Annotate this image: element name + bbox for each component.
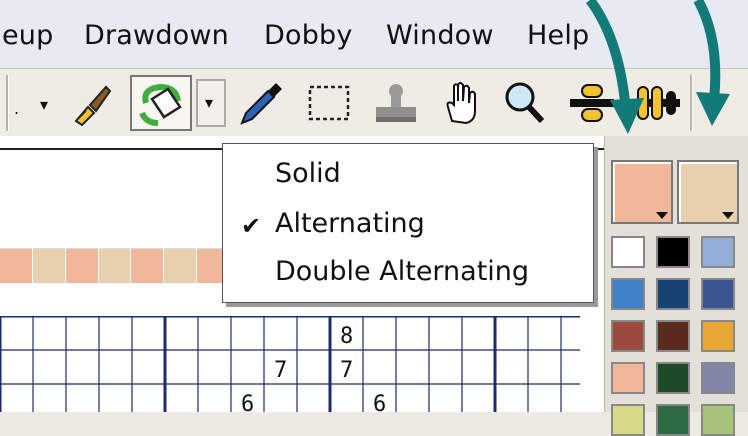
marquee-select-icon[interactable]	[304, 77, 356, 129]
menu-item-solid[interactable]: Solid	[275, 158, 341, 189]
grid-number: 6	[373, 392, 386, 412]
palette-swatch[interactable]	[701, 362, 735, 394]
brush-dropdown-arrow[interactable]: ▾	[40, 95, 48, 114]
strip-color-cell[interactable]	[98, 248, 132, 283]
toolbar-separator	[6, 75, 9, 131]
hand-icon[interactable]	[434, 77, 486, 129]
grid-number: 7	[340, 358, 353, 383]
chevron-down-icon	[656, 212, 668, 219]
strip-color-cell[interactable]	[131, 248, 165, 283]
menu-window[interactable]: Window	[386, 20, 494, 51]
palette-swatch[interactable]	[701, 278, 735, 310]
fill-mode-dropdown-button[interactable]: ▾	[196, 79, 226, 127]
threading-grid[interactable]: 87 76 6	[0, 316, 580, 412]
fill-mode-menu: Solid ✔ Alternating Double Alternating	[222, 143, 594, 303]
palette-swatch[interactable]	[701, 320, 735, 352]
toolbar: . ▾ ▾	[0, 68, 748, 137]
paintbrush-icon[interactable]	[66, 77, 118, 129]
checkmark-icon: ✔	[241, 212, 262, 240]
grid-number: 6	[241, 392, 254, 412]
strip-color-cell[interactable]	[164, 248, 198, 283]
fill-alternate-icon	[132, 77, 190, 129]
warp-color-strip[interactable]	[0, 248, 231, 284]
menu-item-double-alternating[interactable]: Double Alternating	[275, 256, 529, 287]
fill-alternate-button[interactable]	[130, 75, 192, 131]
palette-swatch[interactable]	[611, 362, 645, 394]
color-palette	[604, 136, 748, 436]
menu-setup[interactable]: eup	[2, 20, 53, 51]
strip-color-cell[interactable]	[0, 248, 33, 283]
primary-color-swatch[interactable]	[611, 160, 673, 224]
menu-bar: eup Drawdown Dobby Window Help	[0, 0, 748, 68]
palette-swatch[interactable]	[656, 320, 690, 352]
palette-swatch[interactable]	[611, 278, 645, 310]
palette-swatch[interactable]	[656, 404, 690, 436]
palette-swatch[interactable]	[611, 404, 645, 436]
strip-color-cell[interactable]	[65, 248, 99, 283]
palette-swatch[interactable]	[656, 236, 690, 268]
menu-drawdown[interactable]: Drawdown	[84, 20, 229, 51]
toolbar-separator	[690, 75, 693, 131]
grid-number: 8	[340, 324, 353, 349]
eyedropper-icon[interactable]	[234, 77, 286, 129]
secondary-color-swatch[interactable]	[677, 160, 739, 224]
repeat-icon[interactable]	[566, 77, 618, 129]
menu-item-alternating[interactable]: Alternating	[275, 208, 425, 239]
palette-swatch[interactable]	[611, 236, 645, 268]
palette-swatch[interactable]	[611, 320, 645, 352]
palette-swatch[interactable]	[656, 278, 690, 310]
chevron-down-icon: ▾	[205, 93, 214, 112]
palette-swatch[interactable]	[701, 404, 735, 436]
menu-help[interactable]: Help	[527, 20, 589, 51]
double-repeat-icon[interactable]	[630, 77, 682, 129]
toolbar-dash: .	[14, 99, 20, 118]
strip-color-cell[interactable]	[32, 248, 66, 283]
menu-dobby[interactable]: Dobby	[264, 20, 353, 51]
chevron-down-icon	[722, 212, 734, 219]
palette-swatch[interactable]	[701, 236, 735, 268]
palette-swatch[interactable]	[656, 362, 690, 394]
grid-number: 7	[274, 358, 287, 383]
magnifier-icon[interactable]	[498, 77, 550, 129]
stamp-icon[interactable]	[368, 77, 420, 129]
